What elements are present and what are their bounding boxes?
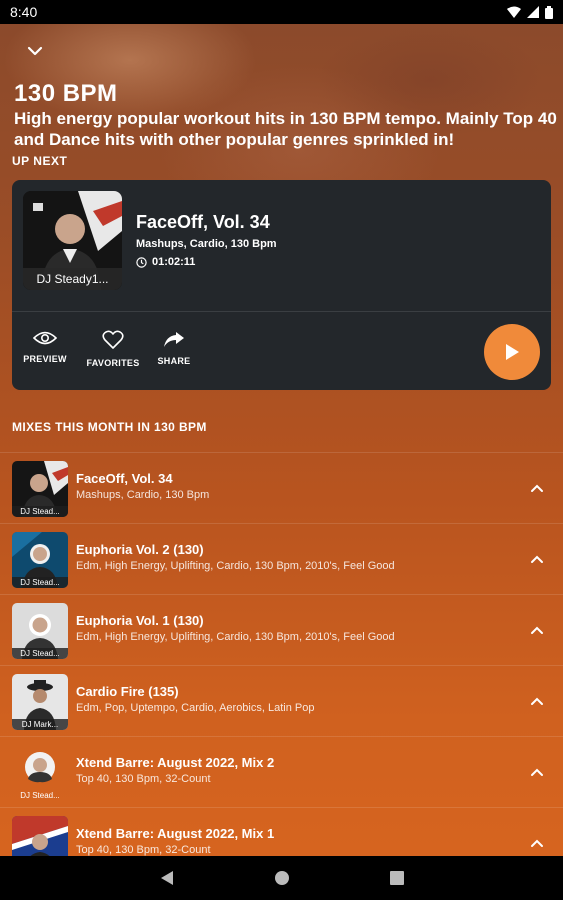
list-item[interactable]: DJ Mark... Cardio Fire (135) Edm, Pop, U… xyxy=(0,665,563,736)
status-bar: 8:40 xyxy=(0,0,563,24)
mix-thumbnail xyxy=(12,816,68,856)
list-item[interactable]: DJ Stead... Euphoria Vol. 1 (130) Edm, H… xyxy=(0,594,563,665)
status-time: 8:40 xyxy=(10,4,38,20)
system-navigation-bar xyxy=(0,856,563,900)
list-item[interactable]: Xtend Barre: August 2022, Mix 1 Top 40, … xyxy=(0,807,563,856)
section-title: MIXES THIS MONTH IN 130 BPM xyxy=(12,420,207,434)
chevron-up-icon[interactable] xyxy=(530,696,544,706)
mix-thumbnail: DJ Stead... xyxy=(12,532,68,588)
mix-title: FaceOff, Vol. 34 xyxy=(76,471,173,486)
preview-button[interactable]: PREVIEW xyxy=(15,330,75,364)
mix-tags: Top 40, 130 Bpm, 32-Count xyxy=(76,773,211,785)
mix-tags: Edm, High Energy, Uplifting, Cardio, 130… xyxy=(76,560,395,572)
mix-title: Xtend Barre: August 2022, Mix 1 xyxy=(76,826,275,841)
thumbnail-dj-label: DJ Mark... xyxy=(12,719,68,730)
chevron-up-icon[interactable] xyxy=(530,554,544,564)
list-item[interactable]: DJ Stead... Euphoria Vol. 2 (130) Edm, H… xyxy=(0,523,563,594)
list-item[interactable]: DJ Stead... Xtend Barre: August 2022, Mi… xyxy=(0,736,563,807)
home-circle-icon[interactable] xyxy=(274,870,290,886)
mix-title: Euphoria Vol. 2 (130) xyxy=(76,542,204,557)
share-label: SHARE xyxy=(157,356,191,366)
play-button[interactable] xyxy=(484,324,540,380)
mix-thumbnail: DJ Stead... xyxy=(12,745,68,801)
mix-title: Cardio Fire (135) xyxy=(76,684,179,699)
page-title: 130 BPM xyxy=(14,80,118,107)
artwork-dj-label: DJ Steady1... xyxy=(23,268,122,290)
page-description: High energy popular workout hits in 130 … xyxy=(14,109,557,149)
back-triangle-icon[interactable] xyxy=(160,870,174,886)
thumbnail-dj-label: DJ Stead... xyxy=(20,791,60,800)
share-arrow-icon xyxy=(164,332,184,347)
up-next-info[interactable]: DJ Steady1... FaceOff, Vol. 34 Mashups, … xyxy=(12,180,551,312)
heart-icon xyxy=(102,330,124,349)
up-next-card[interactable]: DJ Steady1... FaceOff, Vol. 34 Mashups, … xyxy=(12,180,551,390)
duration-text: 01:02:11 xyxy=(152,256,196,268)
collapse-chevron-down-icon[interactable] xyxy=(26,44,44,58)
mix-title: Euphoria Vol. 1 (130) xyxy=(76,613,204,628)
clock-icon xyxy=(136,256,147,268)
favorites-label: FAVORITES xyxy=(86,358,140,368)
recents-square-icon[interactable] xyxy=(389,871,404,885)
favorites-button[interactable]: FAVORITES xyxy=(83,330,143,368)
mix-thumbnail: DJ Mark... xyxy=(12,674,68,730)
thumbnail-dj-label: DJ Stead... xyxy=(12,648,68,659)
mix-tags: Edm, Pop, Uptempo, Cardio, Aerobics, Lat… xyxy=(76,702,315,714)
mix-thumbnail: DJ Stead... xyxy=(12,461,68,517)
wifi-icon xyxy=(507,6,521,18)
share-button[interactable]: SHARE xyxy=(144,330,204,366)
chevron-up-icon[interactable] xyxy=(530,838,544,848)
mix-tags: Mashups, Cardio, 130 Bpm xyxy=(76,489,210,501)
preview-label: PREVIEW xyxy=(23,354,67,364)
mix-tags: Edm, High Energy, Uplifting, Cardio, 130… xyxy=(76,631,395,643)
list-item[interactable]: DJ Stead... FaceOff, Vol. 34 Mashups, Ca… xyxy=(0,452,563,523)
chevron-up-icon[interactable] xyxy=(530,625,544,635)
thumbnail-dj-label: DJ Stead... xyxy=(12,577,68,588)
mix-title: Xtend Barre: August 2022, Mix 2 xyxy=(76,755,275,770)
up-next-tags: Mashups, Cardio, 130 Bpm xyxy=(136,238,277,250)
up-next-title: FaceOff, Vol. 34 xyxy=(136,212,270,232)
battery-icon xyxy=(545,5,553,19)
dj-photo-image xyxy=(12,816,68,856)
up-next-duration: 01:02:11 xyxy=(136,256,195,268)
chevron-up-icon[interactable] xyxy=(530,767,544,777)
eye-icon xyxy=(33,331,57,345)
mixes-list[interactable]: DJ Stead... FaceOff, Vol. 34 Mashups, Ca… xyxy=(0,452,563,856)
thumbnail-dj-label: DJ Stead... xyxy=(12,506,68,517)
up-next-label: UP NEXT xyxy=(12,154,68,168)
chevron-up-icon[interactable] xyxy=(530,483,544,493)
play-icon xyxy=(506,344,519,360)
signal-icon xyxy=(527,6,539,18)
mix-thumbnail: DJ Stead... xyxy=(12,603,68,659)
mix-artwork: DJ Steady1... xyxy=(23,191,122,290)
mix-tags: Top 40, 130 Bpm, 32-Count xyxy=(76,844,211,856)
